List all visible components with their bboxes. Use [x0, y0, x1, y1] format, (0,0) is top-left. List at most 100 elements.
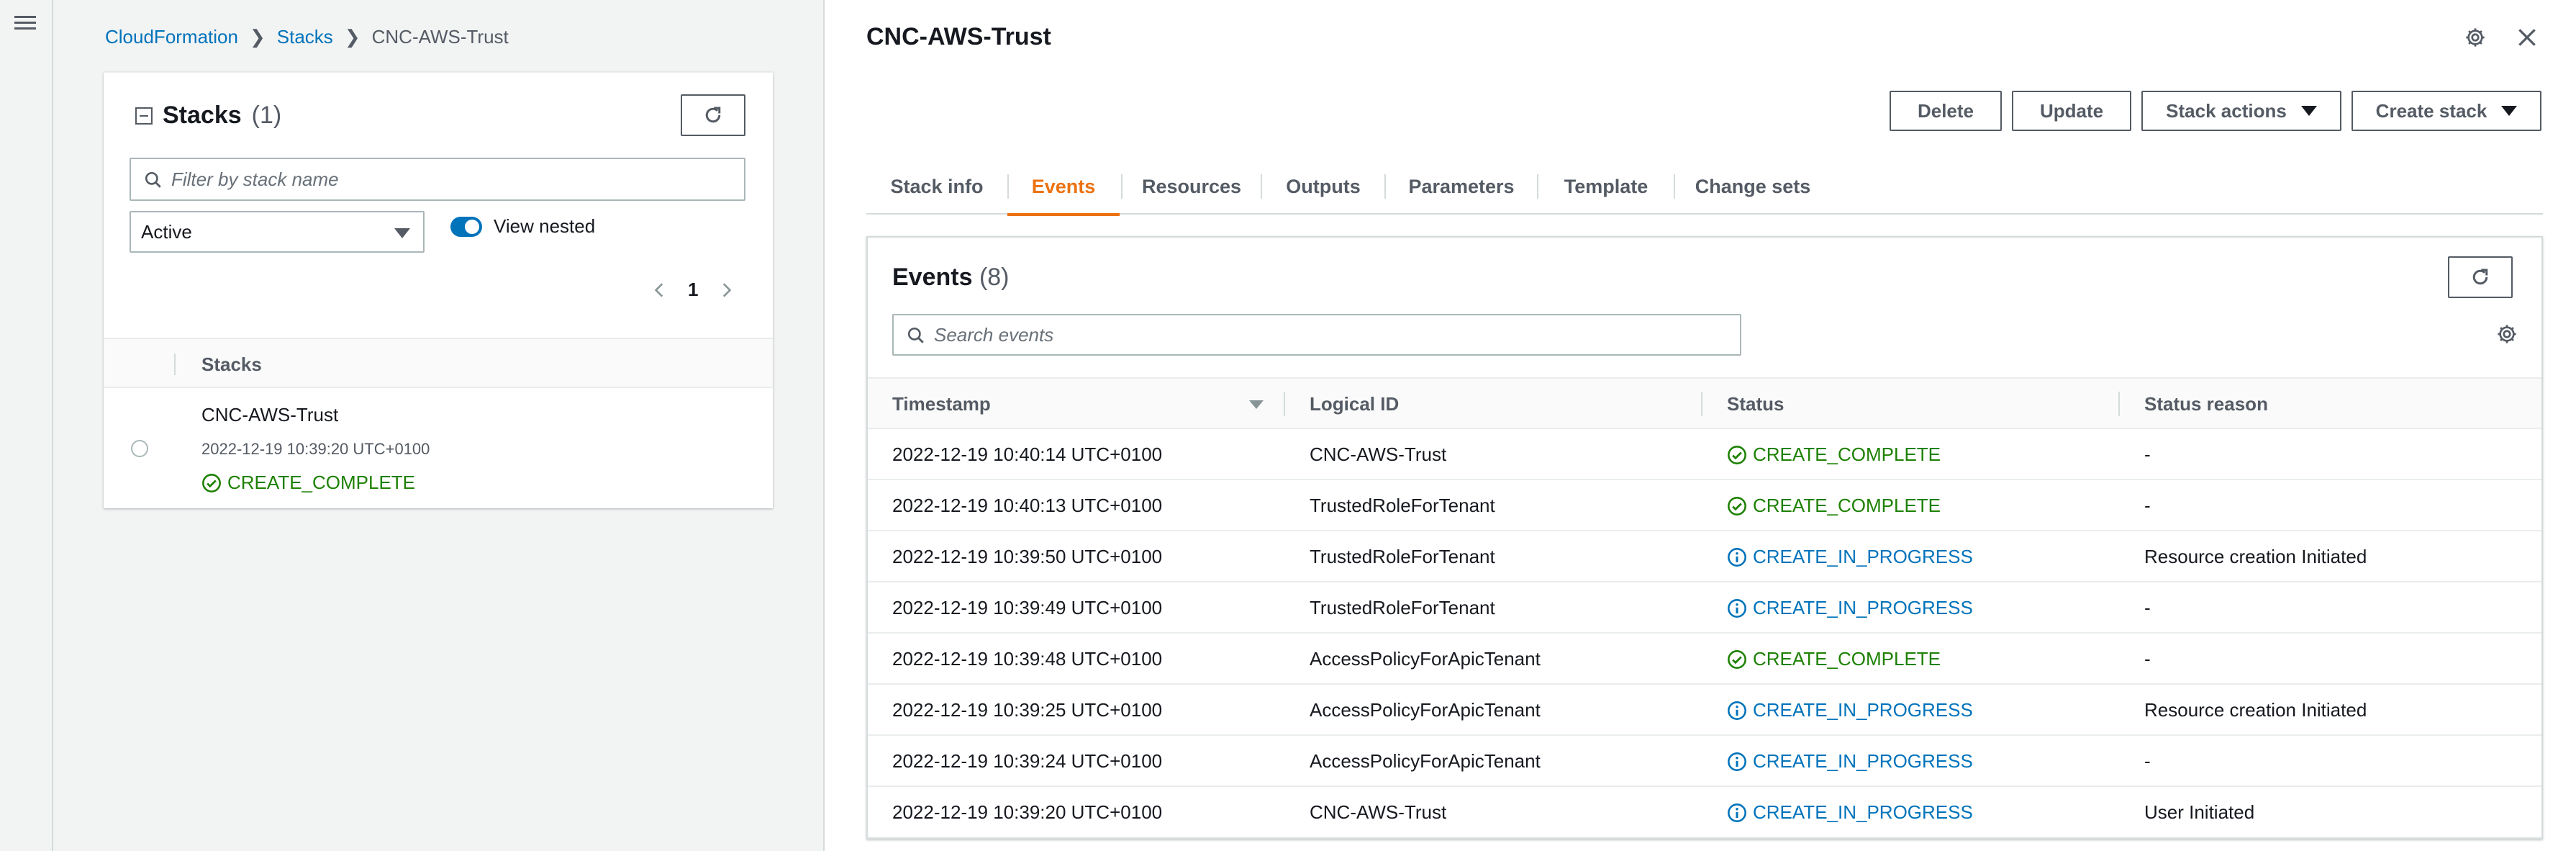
search-icon — [145, 171, 161, 188]
view-nested-toggle-group: View nested — [450, 215, 595, 238]
stack-actions-label: Stack actions — [2166, 99, 2287, 122]
column-divider — [1284, 392, 1285, 416]
stacks-count: (1) — [251, 102, 282, 129]
chevron-left-icon[interactable] — [650, 279, 669, 301]
tab-template-label: Template — [1564, 175, 1648, 197]
event-status-reason: User Initiated — [2144, 801, 2255, 823]
search-icon — [907, 327, 924, 343]
events-count: (8) — [979, 264, 1010, 291]
event-status: CREATE_COMPLETE — [1727, 495, 1941, 517]
chevron-right-icon: ❯ — [249, 26, 266, 48]
event-timestamp: 2022-12-19 10:39:20 UTC+0100 — [892, 801, 1163, 823]
event-status-text: CREATE_IN_PROGRESS — [1753, 750, 1973, 772]
gear-icon[interactable] — [2464, 26, 2487, 49]
tab-outputs-label: Outputs — [1286, 175, 1361, 197]
update-button[interactable]: Update — [2012, 91, 2131, 131]
stacks-title: Stacks — [163, 102, 242, 129]
chevron-right-icon[interactable] — [717, 279, 735, 301]
stacks-header: Stacks (1) — [135, 102, 281, 130]
stack-filter-placeholder: Filter by stack name — [171, 168, 339, 190]
collapse-icon[interactable] — [135, 107, 153, 125]
events-table: Timestamp Logical ID Status Status reaso… — [868, 377, 2541, 838]
column-status-reason[interactable]: Status reason — [2144, 393, 2268, 415]
delete-button-label: Delete — [1917, 99, 1974, 122]
tab-events-label: Events — [1031, 175, 1096, 197]
event-logical-id: AccessPolicyForApicTenant — [1310, 750, 1541, 772]
event-row: 2022-12-19 10:39:24 UTC+0100 AccessPolic… — [868, 736, 2541, 787]
event-timestamp: 2022-12-19 10:40:14 UTC+0100 — [892, 443, 1163, 465]
event-logical-id: CNC-AWS-Trust — [1310, 801, 1447, 823]
event-status-reason: - — [2144, 495, 2151, 516]
stack-actions-button[interactable]: Stack actions — [2141, 91, 2341, 131]
nav-rail — [0, 0, 53, 851]
stack-filter-input[interactable]: Filter by stack name — [130, 158, 745, 201]
delete-button[interactable]: Delete — [1890, 91, 2002, 131]
event-row: 2022-12-19 10:39:50 UTC+0100 TrustedRole… — [868, 531, 2541, 582]
stacks-refresh-button[interactable] — [681, 94, 745, 136]
event-row: 2022-12-19 10:39:48 UTC+0100 AccessPolic… — [868, 634, 2541, 685]
sort-icon[interactable] — [1249, 400, 1264, 409]
event-row: 2022-12-19 10:39:20 UTC+0100 CNC-AWS-Tru… — [868, 787, 2541, 838]
app-root: CloudFormation ❯ Stacks ❯ CNC-AWS-Trust … — [0, 0, 2576, 851]
events-table-header: Timestamp Logical ID Status Status reaso… — [868, 377, 2541, 429]
column-logical-id[interactable]: Logical ID — [1310, 393, 1399, 415]
events-search-input[interactable]: Search events — [892, 314, 1741, 356]
event-status-reason: Resource creation Initiated — [2144, 546, 2367, 567]
info-icon — [1728, 752, 1746, 771]
breadcrumb: CloudFormation ❯ Stacks ❯ CNC-AWS-Trust — [105, 26, 509, 48]
stack-name[interactable]: CNC-AWS-Trust — [201, 404, 338, 426]
event-logical-id: TrustedRoleForTenant — [1310, 597, 1495, 618]
stack-created-time: 2022-12-19 10:39:20 UTC+0100 — [201, 440, 430, 458]
events-title: Events — [892, 264, 973, 291]
column-timestamp[interactable]: Timestamp — [892, 393, 991, 415]
breadcrumb-stacks[interactable]: Stacks — [277, 26, 333, 48]
stack-detail-title: CNC-AWS-Trust — [866, 23, 1051, 50]
stack-row[interactable]: CNC-AWS-Trust 2022-12-19 10:39:20 UTC+01… — [104, 390, 773, 509]
tab-parameters[interactable]: Parameters — [1386, 158, 1537, 215]
close-icon[interactable] — [2516, 26, 2539, 49]
stacks-column-header[interactable]: Stacks — [201, 354, 262, 376]
events-refresh-button[interactable] — [2448, 256, 2513, 298]
stack-detail-panel: CNC-AWS-Trust Delete Update Stack action… — [825, 0, 2576, 851]
info-icon — [1728, 598, 1746, 618]
detail-tabs: Stack info Events Resources Outputs Para… — [866, 158, 2543, 216]
tab-events[interactable]: Events — [1007, 158, 1120, 216]
gear-icon[interactable] — [2495, 323, 2518, 346]
page-number[interactable]: 1 — [688, 279, 698, 301]
tab-template[interactable]: Template — [1538, 158, 1674, 215]
tab-stack-info[interactable]: Stack info — [866, 158, 1007, 215]
tab-resources[interactable]: Resources — [1123, 158, 1261, 215]
event-status-reason: - — [2144, 648, 2151, 670]
info-icon — [1728, 701, 1746, 720]
event-row: 2022-12-19 10:40:14 UTC+0100 CNC-AWS-Tru… — [868, 429, 2541, 480]
tab-change-sets[interactable]: Change sets — [1675, 158, 1831, 215]
event-timestamp: 2022-12-19 10:39:50 UTC+0100 — [892, 546, 1163, 567]
status-filter-select[interactable]: Active — [130, 211, 425, 253]
event-status: CREATE_IN_PROGRESS — [1727, 699, 1973, 721]
events-table-body: 2022-12-19 10:40:14 UTC+0100 CNC-AWS-Tru… — [868, 429, 2541, 838]
column-divider — [174, 354, 176, 375]
stack-radio[interactable] — [131, 440, 148, 457]
menu-icon[interactable] — [14, 13, 36, 33]
create-stack-button[interactable]: Create stack — [2351, 91, 2541, 131]
tab-parameters-label: Parameters — [1408, 175, 1515, 197]
stacks-panel: CloudFormation ❯ Stacks ❯ CNC-AWS-Trust … — [53, 0, 823, 851]
view-nested-label: View nested — [494, 215, 596, 237]
event-status-reason: - — [2144, 597, 2151, 618]
event-status-text: CREATE_IN_PROGRESS — [1753, 546, 1973, 567]
stacks-card: Stacks (1) Filter by stack name Active V… — [104, 72, 773, 508]
event-status: CREATE_IN_PROGRESS — [1727, 546, 1973, 568]
breadcrumb-cloudformation[interactable]: CloudFormation — [105, 26, 238, 48]
success-icon — [1728, 445, 1746, 464]
view-nested-toggle[interactable] — [450, 216, 482, 237]
event-status: CREATE_IN_PROGRESS — [1727, 801, 1973, 824]
stack-status-text: CREATE_COMPLETE — [227, 472, 416, 493]
event-status: CREATE_IN_PROGRESS — [1727, 597, 1973, 619]
events-search-placeholder: Search events — [934, 323, 1054, 346]
tab-outputs[interactable]: Outputs — [1262, 158, 1384, 215]
tab-stack-info-label: Stack info — [890, 175, 984, 197]
column-status[interactable]: Status — [1727, 393, 1784, 415]
column-divider — [2118, 392, 2120, 416]
event-status-text: CREATE_COMPLETE — [1753, 648, 1941, 670]
breadcrumb-current: CNC-AWS-Trust — [371, 26, 509, 48]
